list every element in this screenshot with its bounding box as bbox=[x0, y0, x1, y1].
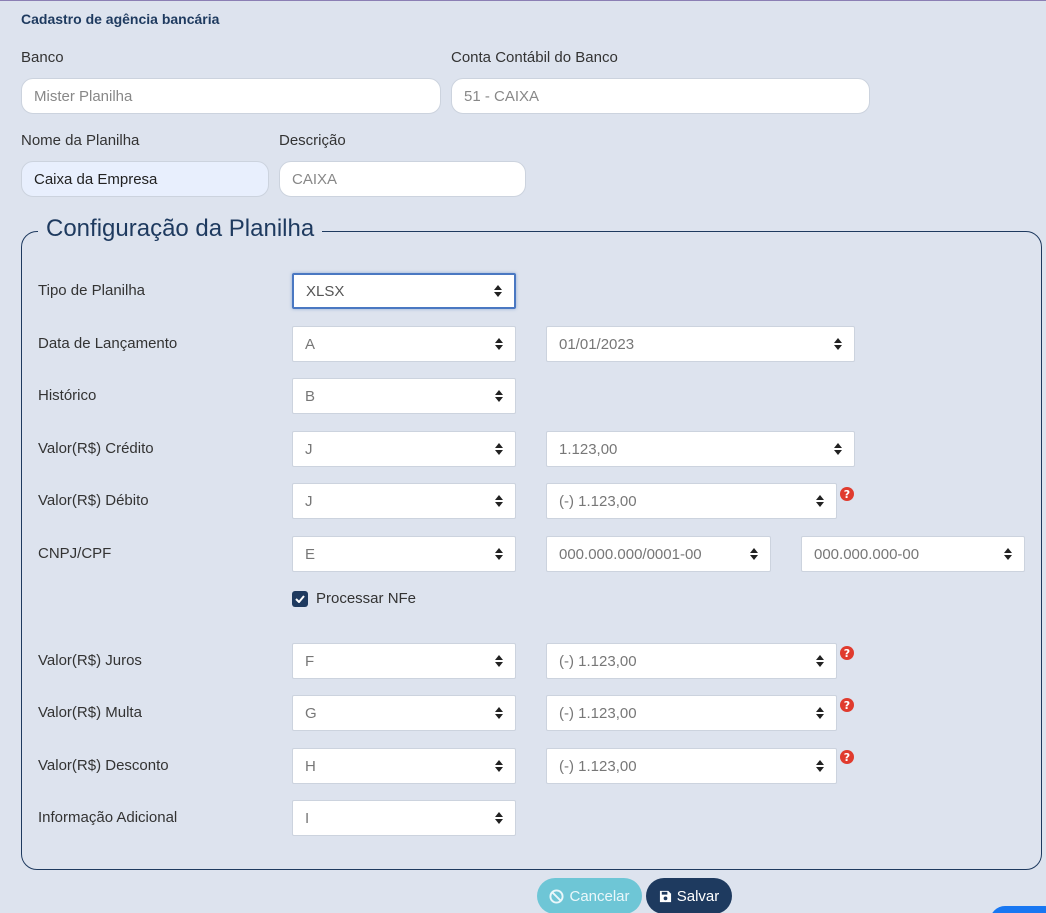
cancel-button[interactable]: Cancelar bbox=[537, 878, 642, 913]
save-label: Salvar bbox=[676, 887, 720, 905]
debito-format-select[interactable]: (-) 1.123,00 bbox=[546, 483, 837, 519]
nfe-checkbox[interactable] bbox=[292, 591, 308, 607]
sort-caret-icon bbox=[816, 655, 824, 667]
nome-label: Nome da Planilha bbox=[21, 132, 140, 149]
desconto-label: Valor(R$) Desconto bbox=[38, 757, 169, 774]
sort-caret-icon bbox=[495, 390, 503, 402]
save-button[interactable]: Salvar bbox=[646, 878, 732, 913]
cpf-format-select[interactable]: 000.000.000-00 bbox=[801, 536, 1025, 572]
info-value: I bbox=[305, 809, 310, 827]
tipo-select[interactable]: XLSX bbox=[292, 273, 516, 309]
sort-caret-icon bbox=[495, 495, 503, 507]
sort-caret-icon bbox=[834, 338, 842, 350]
cnpj-col-value: E bbox=[305, 545, 316, 563]
config-legend: Configuração da Planilha bbox=[38, 215, 323, 243]
multa-format-select[interactable]: (-) 1.123,00 bbox=[546, 695, 837, 731]
page-title: Cadastro de agência bancária bbox=[21, 11, 220, 27]
descricao-input[interactable]: CAIXA bbox=[279, 161, 526, 197]
data-format-value: 01/01/2023 bbox=[559, 335, 635, 353]
multa-format-value: (-) 1.123,00 bbox=[559, 704, 637, 722]
cancel-label: Cancelar bbox=[569, 887, 630, 905]
cnpj-label: CNPJ/CPF bbox=[38, 545, 112, 562]
conta-label: Conta Contábil do Banco bbox=[451, 49, 618, 66]
floppy-disk-icon bbox=[659, 890, 671, 902]
data-label: Data de Lançamento bbox=[38, 335, 178, 352]
ban-icon bbox=[549, 888, 565, 904]
nfe-label[interactable]: Processar NFe bbox=[316, 590, 416, 607]
tipo-value: XLSX bbox=[306, 282, 345, 300]
sort-caret-icon bbox=[816, 760, 824, 772]
juros-format-select[interactable]: (-) 1.123,00 bbox=[546, 643, 837, 679]
credito-format-value: 1.123,00 bbox=[559, 440, 618, 458]
desconto-col-select[interactable]: H bbox=[292, 748, 516, 784]
nome-input[interactable]: Caixa da Empresa bbox=[21, 161, 269, 197]
juros-col-value: F bbox=[305, 652, 315, 670]
descricao-label: Descrição bbox=[279, 132, 346, 149]
tipo-label: Tipo de Planilha bbox=[38, 282, 146, 299]
credito-label: Valor(R$) Crédito bbox=[38, 440, 154, 457]
debito-col-value: J bbox=[305, 492, 313, 510]
historico-select[interactable]: B bbox=[292, 378, 516, 414]
debito-label: Valor(R$) Débito bbox=[38, 492, 149, 509]
check-icon bbox=[295, 595, 305, 603]
debito-help-icon[interactable]: ? bbox=[840, 487, 854, 501]
desconto-col-value: H bbox=[305, 757, 316, 775]
juros-format-value: (-) 1.123,00 bbox=[559, 652, 637, 670]
data-format-select[interactable]: 01/01/2023 bbox=[546, 326, 855, 362]
info-label: Informação Adicional bbox=[38, 809, 178, 826]
data-col-value: A bbox=[305, 335, 316, 353]
desconto-help-icon[interactable]: ? bbox=[840, 750, 854, 764]
chat-widget[interactable] bbox=[990, 906, 1046, 913]
desconto-format-value: (-) 1.123,00 bbox=[559, 757, 637, 775]
cpf-format-value: 000.000.000-00 bbox=[814, 545, 920, 563]
sort-caret-icon bbox=[495, 338, 503, 350]
multa-col-select[interactable]: G bbox=[292, 695, 516, 731]
credito-col-value: J bbox=[305, 440, 313, 458]
conta-input[interactable]: 51 - CAIXA bbox=[451, 78, 870, 114]
info-select[interactable]: I bbox=[292, 800, 516, 836]
juros-help-icon[interactable]: ? bbox=[840, 646, 854, 660]
multa-label: Valor(R$) Multa bbox=[38, 704, 142, 721]
cnpj-format-select[interactable]: 000.000.000/0001-00 bbox=[546, 536, 771, 572]
sort-caret-icon bbox=[495, 760, 503, 772]
historico-value: B bbox=[305, 387, 316, 405]
credito-col-select[interactable]: J bbox=[292, 431, 516, 467]
data-col-select[interactable]: A bbox=[292, 326, 516, 362]
sort-caret-icon bbox=[494, 285, 502, 297]
sort-caret-icon bbox=[816, 707, 824, 719]
cnpj-format-value: 000.000.000/0001-00 bbox=[559, 545, 702, 563]
sort-caret-icon bbox=[1004, 548, 1012, 560]
desconto-format-select[interactable]: (-) 1.123,00 bbox=[546, 748, 837, 784]
sort-caret-icon bbox=[834, 443, 842, 455]
banco-label: Banco bbox=[21, 49, 64, 66]
cnpj-col-select[interactable]: E bbox=[292, 536, 516, 572]
multa-col-value: G bbox=[305, 704, 317, 722]
sort-caret-icon bbox=[495, 707, 503, 719]
sort-caret-icon bbox=[495, 443, 503, 455]
sort-caret-icon bbox=[495, 548, 503, 560]
historico-label: Histórico bbox=[38, 387, 97, 404]
sort-caret-icon bbox=[750, 548, 758, 560]
banco-input[interactable]: Mister Planilha bbox=[21, 78, 441, 114]
sort-caret-icon bbox=[495, 812, 503, 824]
juros-label: Valor(R$) Juros bbox=[38, 652, 142, 669]
credito-format-select[interactable]: 1.123,00 bbox=[546, 431, 855, 467]
juros-col-select[interactable]: F bbox=[292, 643, 516, 679]
debito-col-select[interactable]: J bbox=[292, 483, 516, 519]
debito-format-value: (-) 1.123,00 bbox=[559, 492, 637, 510]
multa-help-icon[interactable]: ? bbox=[840, 698, 854, 712]
sort-caret-icon bbox=[495, 655, 503, 667]
sort-caret-icon bbox=[816, 495, 824, 507]
